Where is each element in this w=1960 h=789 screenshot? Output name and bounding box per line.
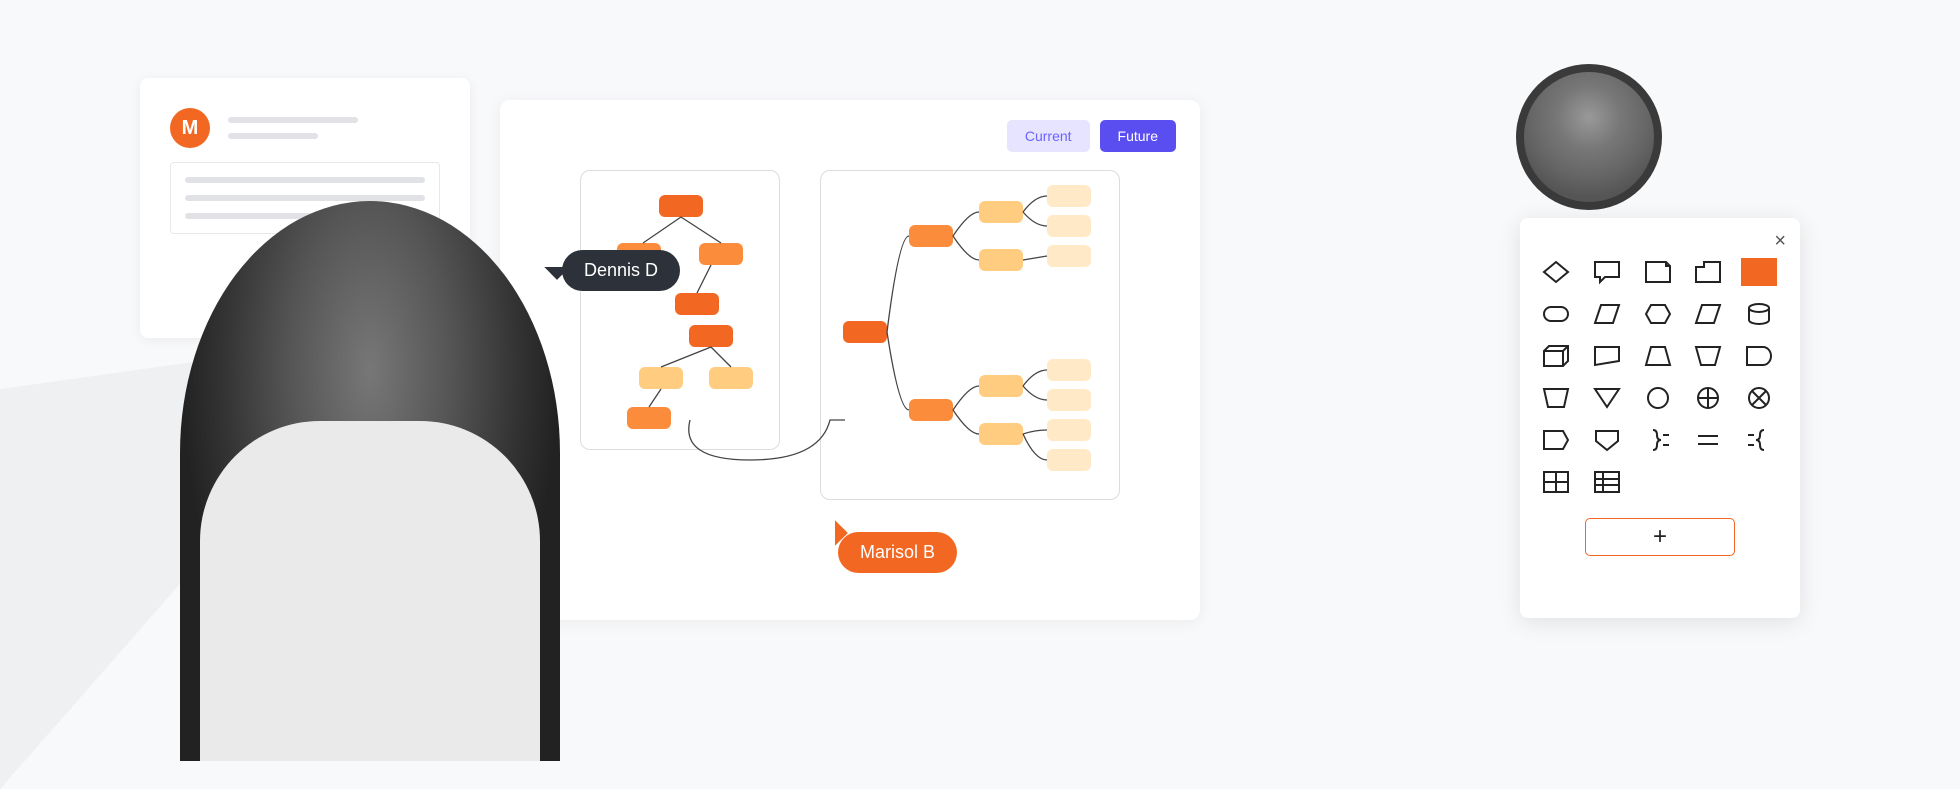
- shape-table4[interactable]: [1538, 468, 1574, 496]
- tab-current[interactable]: Current: [1007, 120, 1090, 152]
- shape-tab-rect[interactable]: [1690, 258, 1726, 286]
- shape-brace-open[interactable]: [1741, 426, 1777, 454]
- shape-half-pill[interactable]: [1741, 342, 1777, 370]
- placeholder-line: [185, 177, 425, 183]
- cursor-label: Marisol B: [860, 542, 935, 563]
- placeholder-line: [228, 117, 358, 123]
- shape-hexagon[interactable]: [1640, 300, 1676, 328]
- shape-shield[interactable]: [1589, 426, 1625, 454]
- shape-circle[interactable]: [1640, 384, 1676, 412]
- shape-table2[interactable]: [1589, 468, 1625, 496]
- shape-circle-x[interactable]: [1741, 384, 1777, 412]
- hero-photo-woman: [180, 201, 560, 761]
- shape-diamond[interactable]: [1538, 258, 1574, 286]
- avatar[interactable]: M: [170, 108, 210, 148]
- shape-triangle-down[interactable]: [1589, 384, 1625, 412]
- shape-cube[interactable]: [1538, 342, 1574, 370]
- add-shape-button[interactable]: +: [1585, 518, 1735, 556]
- collaborator-avatar: [1516, 64, 1662, 210]
- shape-pill[interactable]: [1538, 300, 1574, 328]
- shape-callout[interactable]: [1589, 258, 1625, 286]
- diagram-canvas[interactable]: Current Future: [500, 100, 1200, 620]
- profile-header: M: [170, 108, 440, 148]
- shape-parallelogram-down[interactable]: [1589, 342, 1625, 370]
- shape-rect-selected[interactable]: [1741, 258, 1777, 286]
- shape-grid: [1538, 258, 1782, 496]
- collaborator-cursor-marisol: Marisol B: [838, 532, 957, 573]
- tab-future[interactable]: Future: [1100, 120, 1176, 152]
- collaborator-cursor-dennis: Dennis D: [562, 250, 680, 291]
- shape-parallelogram-right[interactable]: [1690, 300, 1726, 328]
- shape-trapezoid-inv[interactable]: [1690, 342, 1726, 370]
- placeholder-line: [185, 195, 425, 201]
- placeholder-line: [228, 133, 318, 139]
- shape-pentagon[interactable]: [1538, 426, 1574, 454]
- cursor-label: Dennis D: [584, 260, 658, 281]
- shape-trapezoid[interactable]: [1640, 342, 1676, 370]
- view-tabs: Current Future: [1007, 120, 1176, 152]
- shape-trapezoid2[interactable]: [1538, 384, 1574, 412]
- close-icon[interactable]: ×: [1774, 230, 1786, 253]
- shape-equals[interactable]: [1690, 426, 1726, 454]
- shape-brace-close[interactable]: [1640, 426, 1676, 454]
- shape-note[interactable]: [1640, 258, 1676, 286]
- shape-circle-plus[interactable]: [1690, 384, 1726, 412]
- shape-cylinder[interactable]: [1741, 300, 1777, 328]
- shape-palette: × +: [1520, 218, 1800, 618]
- shape-parallelogram-left[interactable]: [1589, 300, 1625, 328]
